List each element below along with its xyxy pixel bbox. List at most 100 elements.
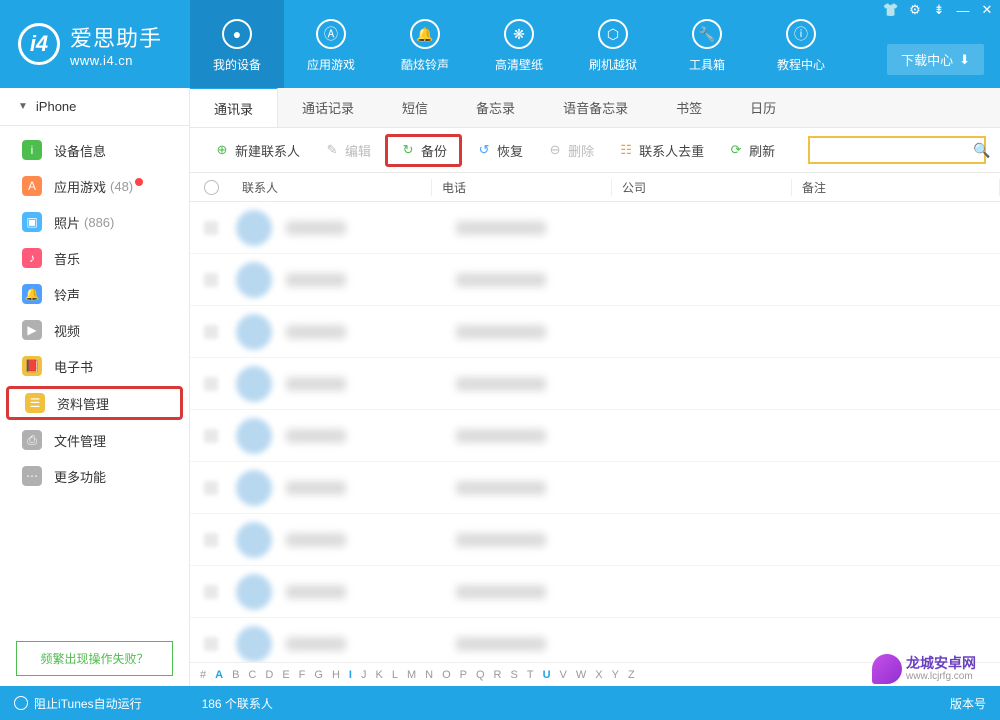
table-row[interactable]: [190, 618, 1000, 662]
alpha-J[interactable]: J: [361, 669, 367, 681]
nav-tabs: ●我的设备Ⓐ应用游戏🔔酷炫铃声❋高清壁纸⬡刷机越狱🔧工具箱ⓘ教程中心: [190, 0, 1000, 88]
sidebar-item-资料管理[interactable]: ☰资料管理: [6, 386, 183, 420]
nav-tab-wrench[interactable]: 🔧工具箱: [660, 0, 754, 88]
search-box[interactable]: 🔍: [808, 136, 986, 164]
alpha-Y[interactable]: Y: [612, 669, 619, 681]
sidebar: ▼ iPhone i设备信息A应用游戏(48)▣照片(886)♪音乐🔔铃声▶视频…: [0, 88, 190, 686]
sub-tabs: 通讯录通话记录短信备忘录语音备忘录书签日历: [190, 88, 1000, 128]
itunes-toggle[interactable]: 阻止iTunes自动运行: [34, 695, 142, 712]
alpha-D[interactable]: D: [265, 669, 273, 681]
alpha-Z[interactable]: Z: [628, 669, 635, 681]
select-all-checkbox[interactable]: [204, 180, 219, 195]
alpha-U[interactable]: U: [543, 669, 551, 681]
sub-tab-4[interactable]: 语音备忘录: [539, 88, 652, 127]
alpha-P[interactable]: P: [460, 669, 467, 681]
sidebar-icon: 🔔: [22, 284, 42, 304]
delete-icon: ⊖: [547, 142, 563, 158]
alpha-N[interactable]: N: [425, 669, 433, 681]
close-button[interactable]: ✕: [978, 2, 996, 18]
sidebar-item-应用游戏[interactable]: A应用游戏(48): [0, 168, 189, 204]
alpha-T[interactable]: T: [527, 669, 534, 681]
sub-tab-1[interactable]: 通话记录: [278, 88, 378, 127]
device-selector[interactable]: ▼ iPhone: [0, 88, 189, 126]
avatar: [236, 314, 272, 350]
alpha-C[interactable]: C: [248, 669, 256, 681]
nav-tab-app[interactable]: Ⓐ应用游戏: [284, 0, 378, 88]
sidebar-item-音乐[interactable]: ♪音乐: [0, 240, 189, 276]
sidebar-item-铃声[interactable]: 🔔铃声: [0, 276, 189, 312]
sidebar-icon: ⋯: [22, 466, 42, 486]
search-input[interactable]: [818, 143, 973, 157]
delete-button[interactable]: ⊖ 删除: [537, 137, 604, 164]
alpha-R[interactable]: R: [494, 669, 502, 681]
table-row[interactable]: [190, 410, 1000, 462]
new-contact-button[interactable]: ⊕ 新建联系人: [204, 137, 310, 164]
sidebar-item-视频[interactable]: ▶视频: [0, 312, 189, 348]
avatar: [236, 470, 272, 506]
avatar: [236, 210, 272, 246]
alpha-#[interactable]: #: [200, 669, 206, 681]
nav-tab-bell[interactable]: 🔔酷炫铃声: [378, 0, 472, 88]
alpha-M[interactable]: M: [407, 669, 416, 681]
download-center-button[interactable]: 下载中心 ⬇: [887, 44, 984, 75]
edit-button[interactable]: ✎ 编辑: [314, 137, 381, 164]
refresh-button[interactable]: ⟳ 刷新: [718, 137, 785, 164]
sub-tab-0[interactable]: 通讯录: [190, 87, 278, 127]
alpha-I[interactable]: I: [349, 669, 352, 681]
nav-tab-flower[interactable]: ❋高清壁纸: [472, 0, 566, 88]
backup-button[interactable]: ↻ 备份: [385, 134, 462, 167]
alpha-K[interactable]: K: [375, 669, 382, 681]
table-row[interactable]: [190, 306, 1000, 358]
alpha-S[interactable]: S: [511, 669, 518, 681]
alpha-G[interactable]: G: [314, 669, 323, 681]
alpha-F[interactable]: F: [299, 669, 306, 681]
alpha-Q[interactable]: Q: [476, 669, 485, 681]
box-icon: ⬡: [595, 16, 631, 52]
sidebar-item-电子书[interactable]: 📕电子书: [0, 348, 189, 384]
table-row[interactable]: [190, 462, 1000, 514]
toggle-icon[interactable]: [14, 696, 28, 710]
alpha-O[interactable]: O: [442, 669, 451, 681]
table-row[interactable]: [190, 566, 1000, 618]
alpha-L[interactable]: L: [392, 669, 398, 681]
sidebar-item-照片[interactable]: ▣照片(886): [0, 204, 189, 240]
sidebar-item-更多功能[interactable]: ⋯更多功能: [0, 458, 189, 494]
alpha-W[interactable]: W: [576, 669, 586, 681]
svg-text:⬡: ⬡: [607, 26, 619, 42]
sub-tab-5[interactable]: 书签: [652, 88, 726, 127]
sidebar-item-文件管理[interactable]: ⎙文件管理: [0, 422, 189, 458]
pencil-icon: ✎: [324, 142, 340, 158]
dropdown-icon[interactable]: ⇟: [930, 2, 948, 18]
alpha-E[interactable]: E: [282, 669, 289, 681]
sub-tab-6[interactable]: 日历: [726, 88, 800, 127]
restore-icon: ↺: [476, 142, 492, 158]
alpha-H[interactable]: H: [332, 669, 340, 681]
nav-tab-info[interactable]: ⓘ教程中心: [754, 0, 848, 88]
nav-tab-apple[interactable]: ●我的设备: [190, 0, 284, 88]
alpha-A[interactable]: A: [215, 669, 223, 681]
nav-tab-box[interactable]: ⬡刷机越狱: [566, 0, 660, 88]
gear-icon[interactable]: ⚙: [906, 2, 924, 18]
help-link[interactable]: 频繁出现操作失败？: [16, 641, 173, 676]
col-phone[interactable]: 电话: [432, 179, 612, 196]
restore-button[interactable]: ↺ 恢复: [466, 137, 533, 164]
alpha-X[interactable]: X: [595, 669, 602, 681]
app-url: www.i4.cn: [70, 53, 162, 68]
col-contact[interactable]: 联系人: [232, 179, 432, 196]
col-note[interactable]: 备注: [792, 179, 1000, 196]
sub-tab-3[interactable]: 备忘录: [452, 88, 539, 127]
sub-tab-2[interactable]: 短信: [378, 88, 452, 127]
avatar: [236, 574, 272, 610]
avatar: [236, 522, 272, 558]
tshirt-icon[interactable]: 👕: [882, 2, 900, 18]
alpha-V[interactable]: V: [560, 669, 567, 681]
dedupe-button[interactable]: ☷ 联系人去重: [608, 137, 714, 164]
table-row[interactable]: [190, 202, 1000, 254]
sidebar-item-设备信息[interactable]: i设备信息: [0, 132, 189, 168]
table-row[interactable]: [190, 514, 1000, 566]
table-row[interactable]: [190, 358, 1000, 410]
col-company[interactable]: 公司: [612, 179, 792, 196]
alpha-B[interactable]: B: [232, 669, 239, 681]
minimize-button[interactable]: —: [954, 2, 972, 18]
table-row[interactable]: [190, 254, 1000, 306]
